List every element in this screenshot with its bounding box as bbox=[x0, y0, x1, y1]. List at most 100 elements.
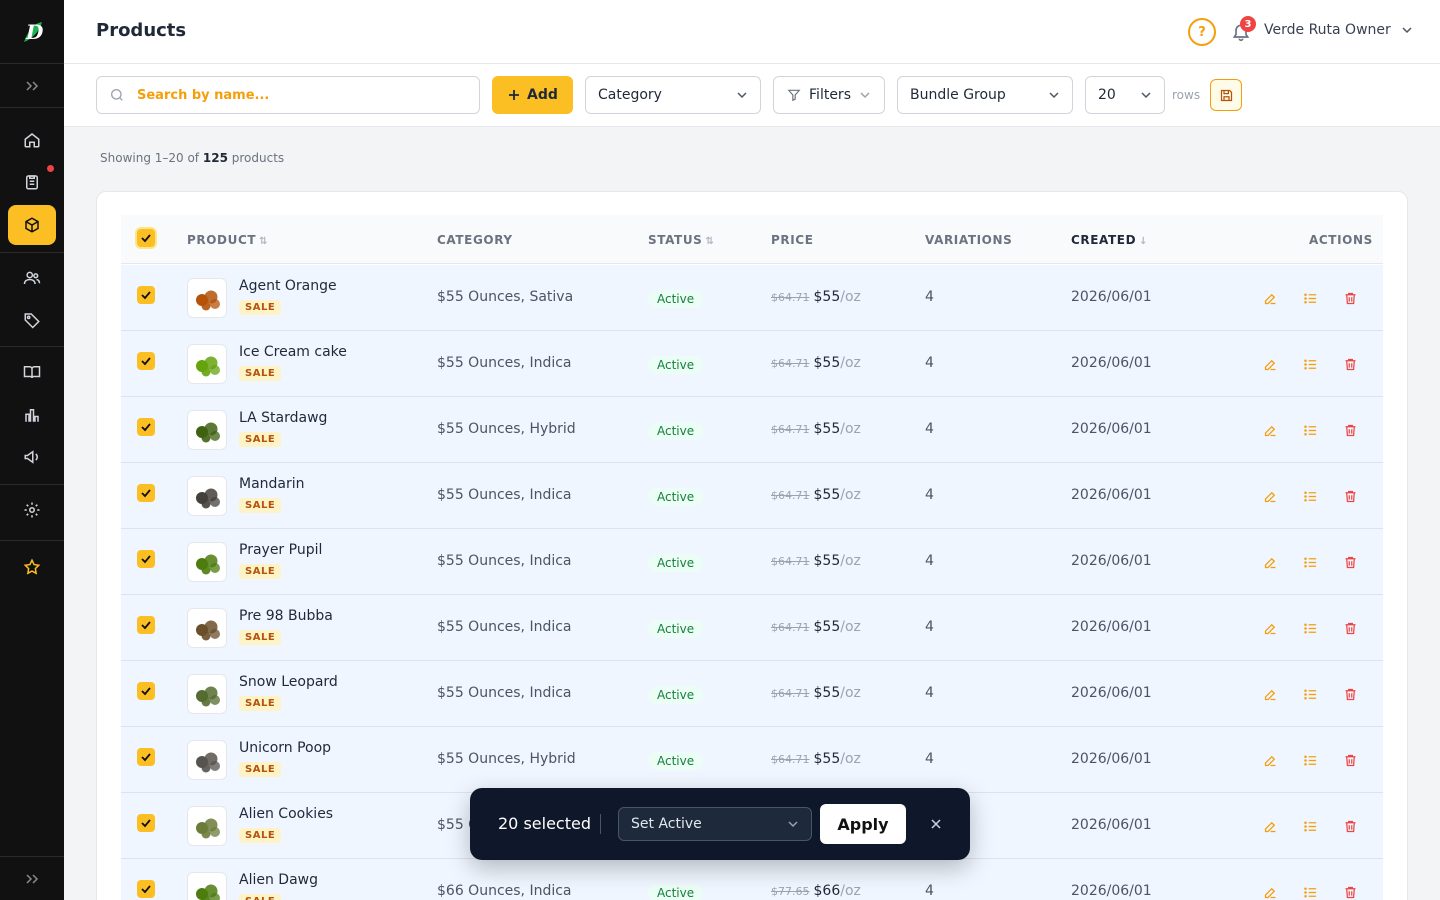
apply-button[interactable]: Apply bbox=[820, 804, 906, 844]
product-name[interactable]: Alien Cookies bbox=[239, 806, 333, 822]
delete-button[interactable] bbox=[1341, 685, 1359, 703]
category-select[interactable]: Category bbox=[585, 76, 761, 114]
variations-button[interactable] bbox=[1301, 751, 1319, 769]
delete-button[interactable] bbox=[1341, 289, 1359, 307]
delete-button[interactable] bbox=[1341, 487, 1359, 505]
list-icon bbox=[1303, 821, 1316, 831]
save-view-button[interactable] bbox=[1210, 79, 1242, 111]
price-unit: /oz bbox=[840, 553, 861, 569]
edit-button[interactable] bbox=[1261, 751, 1279, 769]
sort-icon: ⇅ bbox=[705, 236, 715, 247]
row-checkbox[interactable] bbox=[137, 748, 155, 766]
edit-button[interactable] bbox=[1261, 619, 1279, 637]
product-name[interactable]: Mandarin bbox=[239, 476, 305, 492]
delete-button[interactable] bbox=[1341, 751, 1359, 769]
product-name[interactable]: LA Stardawg bbox=[239, 410, 327, 426]
tag-icon bbox=[24, 313, 40, 329]
column-header-status[interactable]: STATUS ⇅ bbox=[648, 233, 714, 247]
edit-button[interactable] bbox=[1261, 817, 1279, 835]
bulk-action-select[interactable]: Set Active bbox=[618, 807, 812, 841]
product-name[interactable]: Ice Cream cake bbox=[239, 344, 347, 360]
variations-button[interactable] bbox=[1301, 883, 1319, 900]
row-checkbox[interactable] bbox=[137, 550, 155, 568]
product-name[interactable]: Pre 98 Bubba bbox=[239, 608, 333, 624]
delete-button[interactable] bbox=[1341, 619, 1359, 637]
product-image bbox=[196, 554, 220, 575]
rows-per-page-select[interactable]: 20 bbox=[1085, 76, 1165, 114]
row-checkbox[interactable] bbox=[137, 682, 155, 700]
edit-button[interactable] bbox=[1261, 685, 1279, 703]
product-name[interactable]: Snow Leopard bbox=[239, 674, 338, 690]
variations-button[interactable] bbox=[1301, 487, 1319, 505]
select-all-checkbox[interactable] bbox=[137, 229, 155, 247]
row-checkbox[interactable] bbox=[137, 286, 155, 304]
column-header-created[interactable]: CREATED ↓ bbox=[1071, 233, 1148, 247]
sidebar-collapse-button[interactable] bbox=[0, 856, 64, 900]
table-row[interactable]: LA Stardawg SALE $55 Ounces, Hybrid Active $… bbox=[121, 397, 1383, 463]
row-checkbox[interactable] bbox=[137, 484, 155, 502]
close-bulk-bar-button[interactable] bbox=[926, 814, 946, 834]
sidebar-item-marketing[interactable] bbox=[8, 437, 56, 477]
sidebar-item-settings[interactable] bbox=[8, 490, 56, 530]
edit-button[interactable] bbox=[1261, 487, 1279, 505]
edit-button[interactable] bbox=[1261, 883, 1279, 900]
table-row[interactable]: Alien Dawg SALE $66 Ounces, Indica Active $7… bbox=[121, 859, 1383, 900]
edit-button[interactable] bbox=[1261, 421, 1279, 439]
delete-button[interactable] bbox=[1341, 553, 1359, 571]
variations-button[interactable] bbox=[1301, 355, 1319, 373]
search-input[interactable] bbox=[137, 87, 457, 103]
box-icon bbox=[25, 217, 39, 233]
delete-button[interactable] bbox=[1341, 421, 1359, 439]
variations-button[interactable] bbox=[1301, 289, 1319, 307]
delete-button[interactable] bbox=[1341, 355, 1359, 373]
edit-button[interactable] bbox=[1261, 355, 1279, 373]
logo[interactable]: D bbox=[0, 0, 64, 64]
sidebar-item-reports[interactable] bbox=[8, 395, 56, 435]
close-icon bbox=[931, 819, 941, 829]
table-row[interactable]: Unicorn Poop SALE $55 Ounces, Hybrid Active… bbox=[121, 727, 1383, 793]
sidebar-item-orders[interactable] bbox=[8, 162, 56, 202]
check-icon bbox=[141, 357, 151, 366]
product-image bbox=[196, 686, 220, 707]
row-checkbox[interactable] bbox=[137, 616, 155, 634]
bundle-group-select[interactable]: Bundle Group bbox=[897, 76, 1073, 114]
sidebar-expand-button[interactable] bbox=[0, 64, 64, 108]
variations-button[interactable] bbox=[1301, 685, 1319, 703]
sidebar-item-users[interactable] bbox=[8, 258, 56, 298]
table-row[interactable]: Prayer Pupil SALE $55 Ounces, Indica Active… bbox=[121, 529, 1383, 595]
sidebar-item-tags[interactable] bbox=[8, 300, 56, 340]
table-row[interactable]: Ice Cream cake SALE $55 Ounces, Indica Acti… bbox=[121, 331, 1383, 397]
user-menu[interactable]: Verde Ruta Owner bbox=[1264, 22, 1413, 38]
delete-button[interactable] bbox=[1341, 817, 1359, 835]
delete-button[interactable] bbox=[1341, 883, 1359, 900]
row-checkbox[interactable] bbox=[137, 352, 155, 370]
variations-button[interactable] bbox=[1301, 553, 1319, 571]
table-row[interactable]: Snow Leopard SALE $55 Ounces, Indica Active… bbox=[121, 661, 1383, 727]
variations-button[interactable] bbox=[1301, 619, 1319, 637]
product-name[interactable]: Agent Orange bbox=[239, 278, 337, 294]
table-row[interactable]: Mandarin SALE $55 Ounces, Indica Active $64.… bbox=[121, 463, 1383, 529]
selected-count: 20 selected bbox=[498, 814, 591, 833]
product-name[interactable]: Unicorn Poop bbox=[239, 740, 331, 756]
variations-button[interactable] bbox=[1301, 421, 1319, 439]
product-name[interactable]: Alien Dawg bbox=[239, 872, 318, 888]
variations-button[interactable] bbox=[1301, 817, 1319, 835]
rows-per-page-value: 20 bbox=[1098, 87, 1116, 103]
row-checkbox[interactable] bbox=[137, 418, 155, 436]
product-name[interactable]: Prayer Pupil bbox=[239, 542, 322, 558]
sidebar-item-favorites[interactable] bbox=[8, 547, 56, 587]
row-checkbox[interactable] bbox=[137, 814, 155, 832]
table-row[interactable]: Agent Orange SALE $55 Ounces, Sativa Active… bbox=[121, 265, 1383, 331]
row-checkbox[interactable] bbox=[137, 880, 155, 898]
sidebar-item-catalog[interactable] bbox=[8, 352, 56, 392]
table-row[interactable]: Pre 98 Bubba SALE $55 Ounces, Indica Active… bbox=[121, 595, 1383, 661]
edit-button[interactable] bbox=[1261, 289, 1279, 307]
column-header-product[interactable]: PRODUCT ⇅ bbox=[187, 233, 268, 247]
edit-button[interactable] bbox=[1261, 553, 1279, 571]
help-button[interactable]: ? bbox=[1188, 18, 1216, 46]
filters-button[interactable]: Filters bbox=[773, 76, 885, 114]
sidebar-item-home[interactable] bbox=[8, 120, 56, 160]
sidebar-item-products[interactable] bbox=[8, 205, 56, 245]
created-date: 2026/06/01 bbox=[1071, 883, 1152, 899]
add-product-button[interactable]: Add bbox=[492, 76, 573, 114]
